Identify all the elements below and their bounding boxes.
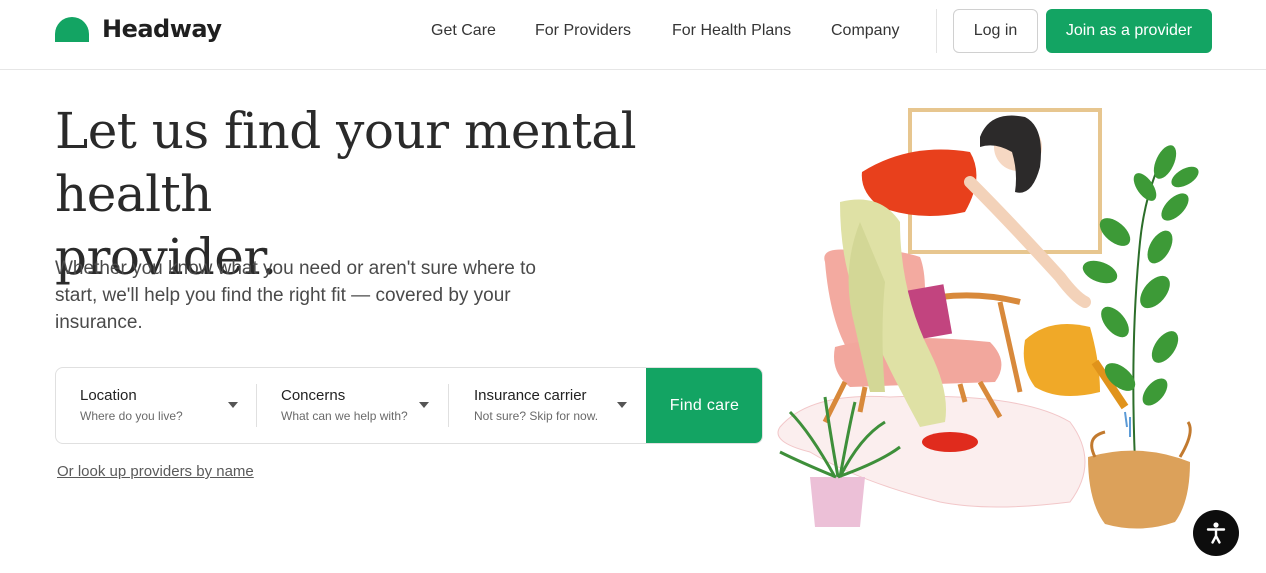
insurance-select[interactable]: Insurance carrier Not sure? Skip for now… [449, 368, 645, 443]
chevron-down-icon [419, 402, 429, 408]
insurance-label: Insurance carrier [474, 387, 587, 404]
nav-get-care[interactable]: Get Care [431, 22, 496, 40]
nav-for-health-plans[interactable]: For Health Plans [672, 22, 791, 40]
find-care-button[interactable]: Find care [646, 368, 762, 443]
location-hint: Where do you live? [80, 409, 183, 423]
header-divider [936, 9, 937, 53]
small-plant-pot [810, 477, 865, 527]
location-label: Location [80, 387, 137, 404]
concerns-select[interactable]: Concerns What can we help with? [257, 368, 448, 443]
hero-illustration [777, 108, 1199, 529]
nav-for-providers[interactable]: For Providers [535, 22, 631, 40]
red-slipper [922, 432, 978, 452]
logo-mark-icon [55, 16, 89, 42]
chevron-down-icon [228, 402, 238, 408]
concerns-label: Concerns [281, 387, 346, 404]
insurance-hint: Not sure? Skip for now. [474, 409, 599, 423]
logo-wordmark: Headway [102, 15, 222, 43]
site-header: Headway Get Care For Providers For Healt… [0, 0, 1266, 70]
concerns-hint: What can we help with? [281, 409, 408, 423]
lookup-by-name-link[interactable]: Or look up providers by name [57, 463, 254, 480]
wicker-basket [1088, 450, 1190, 529]
watering-can [1023, 323, 1100, 396]
join-provider-button[interactable]: Join as a provider [1046, 9, 1212, 53]
woman-arm [964, 176, 1091, 308]
accessibility-icon [1206, 522, 1226, 544]
title-line-1: Let us find your mental health [55, 102, 637, 223]
nav-company[interactable]: Company [831, 22, 899, 40]
water-drops [1124, 411, 1131, 437]
hero-subtitle: Whether you know what you need or aren't… [55, 258, 537, 333]
chevron-down-icon [617, 402, 627, 408]
location-select[interactable]: Location Where do you live? [56, 368, 256, 443]
provider-search-form: Location Where do you live? Concerns Wha… [55, 367, 763, 444]
chair-arm [939, 292, 1021, 305]
headway-logo[interactable]: Headway [55, 15, 222, 43]
accessibility-button[interactable] [1193, 510, 1239, 556]
login-button[interactable]: Log in [953, 9, 1038, 53]
